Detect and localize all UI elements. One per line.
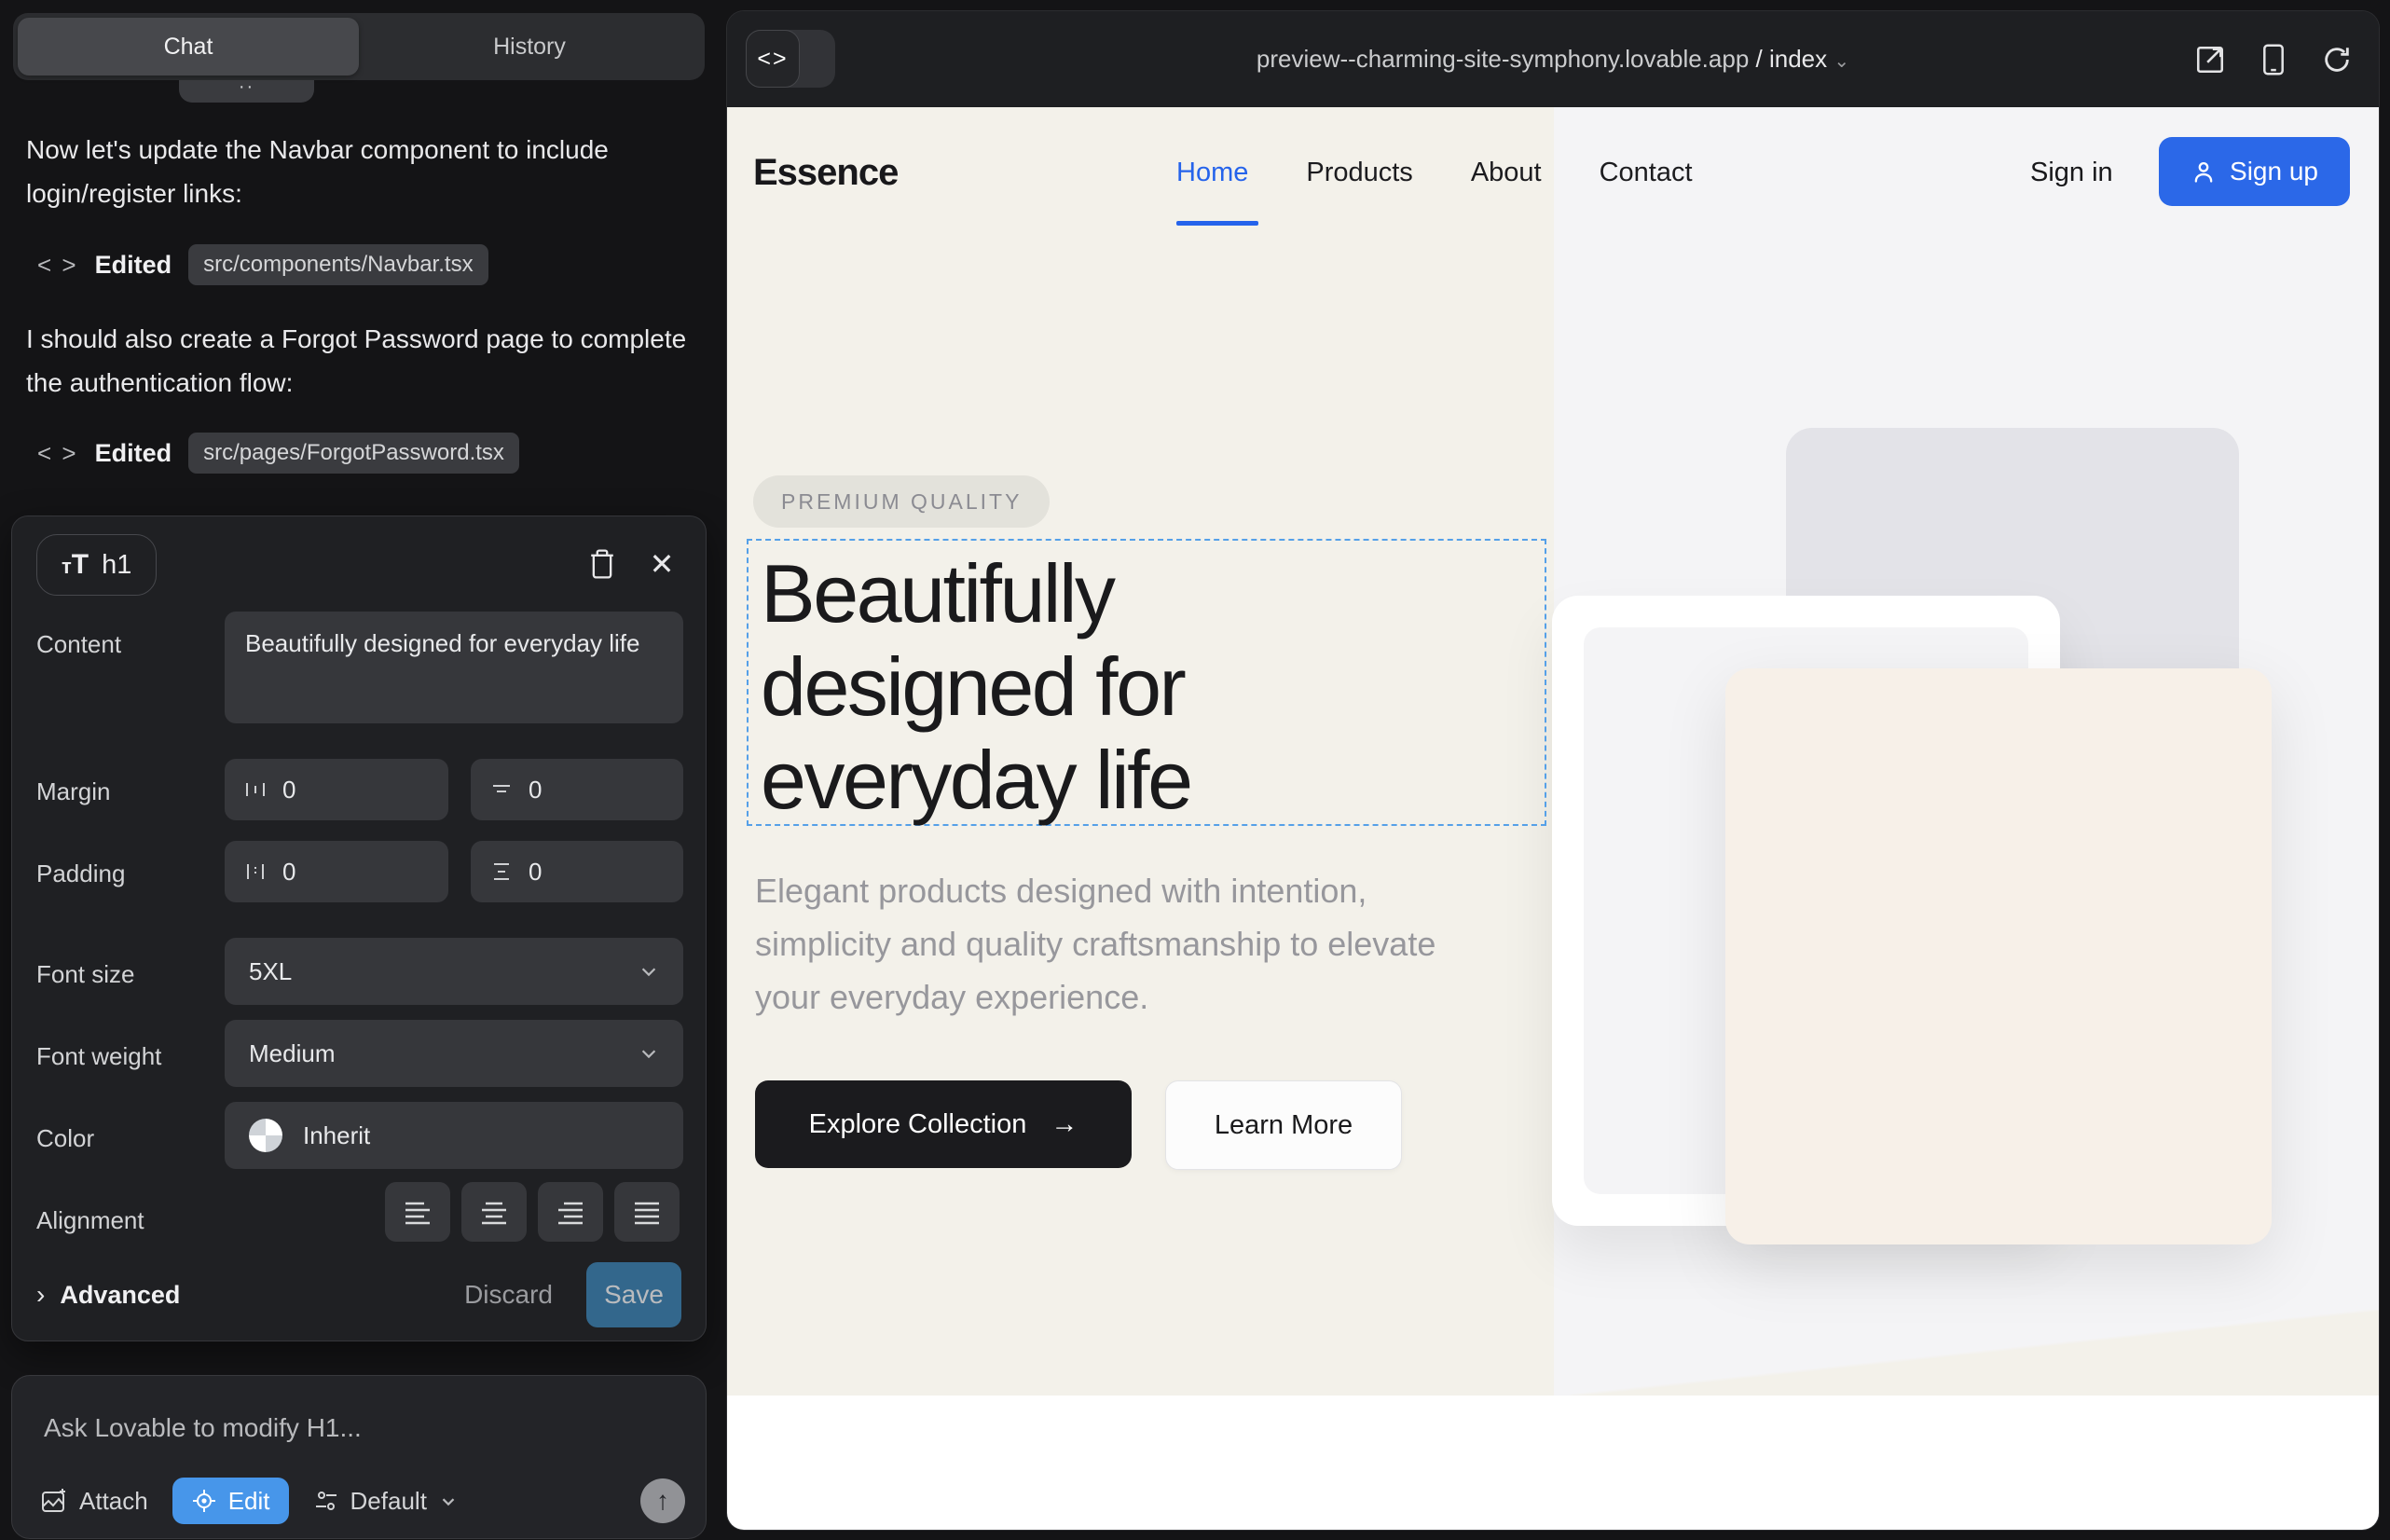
site-logo[interactable]: Essence bbox=[753, 152, 898, 194]
chevron-right-icon: › bbox=[36, 1280, 45, 1310]
preview-window: <> preview--charming-site-symphony.lovab… bbox=[727, 11, 2379, 1530]
browser-chrome: <> preview--charming-site-symphony.lovab… bbox=[727, 11, 2379, 107]
mobile-view-button[interactable] bbox=[2260, 43, 2287, 76]
margin-vertical-icon bbox=[489, 777, 514, 802]
target-icon bbox=[191, 1488, 217, 1514]
font-weight-label: Font weight bbox=[36, 1042, 161, 1071]
code-preview-toggle[interactable]: <> bbox=[746, 30, 835, 88]
chevron-down-icon bbox=[438, 1491, 459, 1511]
element-tag-name: h1 bbox=[102, 550, 131, 581]
decorative-card-cream bbox=[1725, 668, 2272, 1244]
tab-chat[interactable]: Chat bbox=[18, 18, 359, 76]
edited-label: Edited bbox=[95, 251, 172, 280]
sign-in-link[interactable]: Sign in bbox=[2030, 158, 2113, 188]
chevron-down-icon: ⌄ bbox=[1834, 51, 1849, 72]
edited-file-row[interactable]: < > Edited src/components/Navbar.tsx bbox=[37, 244, 488, 285]
font-weight-select[interactable]: Medium bbox=[225, 1020, 683, 1087]
tab-history[interactable]: History bbox=[359, 18, 700, 76]
color-swatch-icon bbox=[249, 1119, 282, 1152]
chat-message: I should also create a Forgot Password p… bbox=[26, 317, 688, 405]
nav-link-about[interactable]: About bbox=[1471, 158, 1542, 188]
font-size-select[interactable]: 5XL bbox=[225, 938, 683, 1005]
chat-message: Now let's update the Navbar component to… bbox=[26, 128, 688, 215]
default-model-select[interactable]: Default bbox=[313, 1487, 459, 1516]
file-chip[interactable]: src/pages/ForgotPassword.tsx bbox=[188, 433, 519, 474]
hero-heading[interactable]: Beautifully designed for everyday life bbox=[761, 547, 1404, 827]
close-icon: ✕ bbox=[650, 546, 675, 582]
open-in-new-tab-button[interactable] bbox=[2194, 44, 2226, 76]
content-input[interactable]: Beautifully designed for everyday life bbox=[225, 612, 683, 723]
clipped-chip: ·· bbox=[179, 80, 314, 103]
sliders-icon bbox=[313, 1488, 339, 1514]
nav-link-products[interactable]: Products bbox=[1306, 158, 1412, 188]
edited-label: Edited bbox=[95, 439, 172, 468]
active-underline bbox=[1176, 221, 1258, 226]
margin-x-input[interactable]: 0 bbox=[225, 759, 448, 820]
chevron-down-icon bbox=[639, 961, 659, 982]
arrow-up-icon: ↑ bbox=[656, 1486, 669, 1516]
discard-button[interactable]: Discard bbox=[464, 1280, 553, 1310]
premium-badge: PREMIUM QUALITY bbox=[753, 475, 1050, 528]
url-bar[interactable]: preview--charming-site-symphony.lovable.… bbox=[727, 45, 2379, 74]
attach-button[interactable]: Attach bbox=[40, 1487, 148, 1516]
explore-collection-button[interactable]: Explore Collection → bbox=[755, 1080, 1132, 1168]
chat-history-tabs: Chat History bbox=[13, 13, 705, 80]
code-icon: < > bbox=[37, 439, 78, 468]
padding-horizontal-icon bbox=[243, 859, 268, 884]
content-label: Content bbox=[36, 630, 121, 659]
typography-icon: тT bbox=[62, 549, 89, 581]
file-chip[interactable]: src/components/Navbar.tsx bbox=[188, 244, 488, 285]
padding-x-input[interactable]: 0 bbox=[225, 841, 448, 902]
arrow-right-icon: → bbox=[1051, 1109, 1078, 1140]
edit-mode-button[interactable]: Edit bbox=[172, 1478, 289, 1524]
chat-sidebar: Chat History ·· Now let's update the Nav… bbox=[0, 0, 727, 1540]
send-button[interactable]: ↑ bbox=[640, 1478, 685, 1523]
save-button[interactable]: Save bbox=[586, 1262, 681, 1327]
trash-icon bbox=[587, 548, 617, 580]
color-label: Color bbox=[36, 1124, 94, 1153]
padding-vertical-icon bbox=[489, 859, 514, 884]
advanced-toggle[interactable]: Advanced bbox=[60, 1281, 180, 1310]
nav-link-contact[interactable]: Contact bbox=[1600, 158, 1693, 188]
font-size-label: Font size bbox=[36, 960, 135, 989]
align-justify-button[interactable] bbox=[614, 1182, 680, 1242]
element-editor-panel: тT h1 ✕ Content Beautifully designed for… bbox=[11, 516, 707, 1341]
edited-file-row[interactable]: < > Edited src/pages/ForgotPassword.tsx bbox=[37, 433, 519, 474]
site-navbar: Essence Home Products About Contact Sign… bbox=[727, 107, 2379, 247]
user-icon bbox=[2191, 158, 2217, 185]
delete-element-button[interactable] bbox=[581, 543, 624, 585]
alignment-label: Alignment bbox=[36, 1206, 144, 1235]
color-select[interactable]: Inherit bbox=[225, 1102, 683, 1169]
attach-image-icon bbox=[40, 1487, 68, 1515]
element-tag-badge[interactable]: тT h1 bbox=[36, 534, 157, 596]
align-center-button[interactable] bbox=[461, 1182, 527, 1242]
close-panel-button[interactable]: ✕ bbox=[640, 543, 683, 585]
margin-label: Margin bbox=[36, 777, 110, 806]
hero-paragraph: Elegant products designed with intention… bbox=[755, 864, 1463, 1024]
chat-input-card: Ask Lovable to modify H1... Attach Edit … bbox=[11, 1375, 707, 1539]
align-left-button[interactable] bbox=[385, 1182, 450, 1242]
align-right-button[interactable] bbox=[538, 1182, 603, 1242]
margin-horizontal-icon bbox=[243, 777, 268, 802]
chevron-down-icon bbox=[639, 1043, 659, 1064]
refresh-button[interactable] bbox=[2321, 44, 2353, 76]
sign-up-button[interactable]: Sign up bbox=[2159, 137, 2350, 206]
code-icon: < > bbox=[37, 251, 78, 280]
padding-label: Padding bbox=[36, 859, 125, 888]
nav-link-home[interactable]: Home bbox=[1176, 158, 1248, 188]
code-icon: <> bbox=[746, 30, 800, 88]
chat-input-field[interactable]: Ask Lovable to modify H1... bbox=[44, 1413, 362, 1443]
margin-y-input[interactable]: 0 bbox=[471, 759, 683, 820]
site-preview: Essence Home Products About Contact Sign… bbox=[727, 107, 2379, 1530]
padding-y-input[interactable]: 0 bbox=[471, 841, 683, 902]
learn-more-button[interactable]: Learn More bbox=[1165, 1080, 1402, 1170]
advanced-row: › Advanced Discard Save bbox=[36, 1262, 681, 1327]
alignment-group bbox=[385, 1182, 680, 1242]
